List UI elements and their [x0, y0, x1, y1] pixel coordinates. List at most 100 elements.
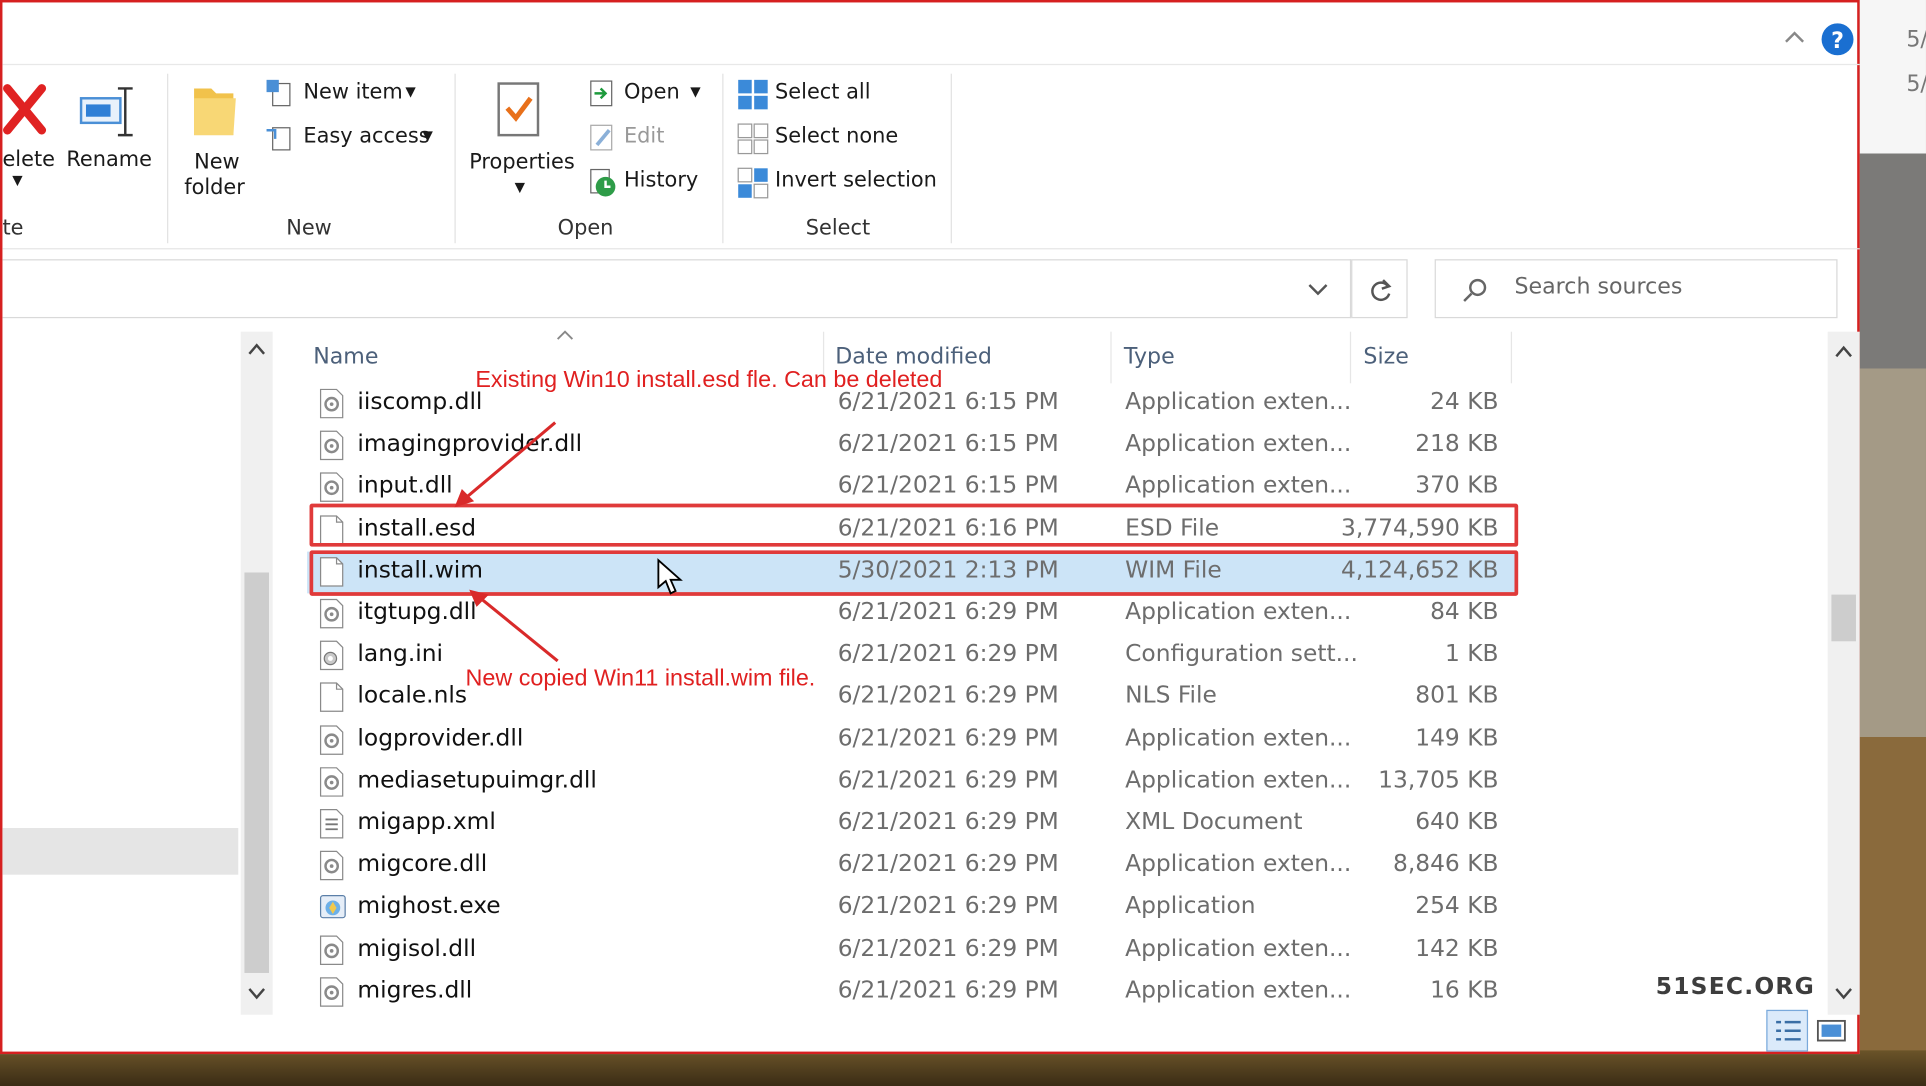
navigation-scrollbar[interactable]	[240, 331, 273, 1015]
rename-label: Rename	[66, 147, 152, 172]
ribbon-separator	[167, 73, 169, 244]
file-type: Application exten...	[1125, 976, 1352, 1004]
rename-button[interactable]: Rename	[64, 79, 152, 190]
dll-file-icon	[319, 430, 344, 461]
minimize-ribbon-chevron-icon[interactable]	[1785, 29, 1805, 44]
file-row[interactable]: logprovider.dll 6/21/2021 6:29 PM Applicat…	[307, 719, 1518, 761]
help-icon[interactable]: ?	[1820, 22, 1854, 56]
file-date: 6/21/2021 6:29 PM	[837, 640, 1059, 668]
file-size: 218 KB	[1415, 430, 1499, 458]
watermark: 51SEC.ORG	[1655, 972, 1816, 1000]
file-row[interactable]: migisol.dll 6/21/2021 6:29 PM Application …	[307, 929, 1518, 971]
file-row[interactable]: migres.dll 6/21/2021 6:29 PM Application e…	[307, 971, 1518, 1013]
search-input[interactable]: Search sources	[1514, 274, 1682, 300]
invert-selection-icon	[737, 167, 769, 199]
invert-selection-button[interactable]: Invert selection	[737, 167, 946, 199]
file-list-scrollbar[interactable]	[1827, 331, 1860, 1015]
file-name: input.dll	[357, 472, 453, 500]
annotation-esd-note: Existing Win10 install.esd fle. Can be d…	[475, 367, 943, 394]
delete-button[interactable]: elete ▼	[2, 79, 61, 202]
file-size: 142 KB	[1415, 934, 1499, 962]
address-bar[interactable]	[2, 259, 1352, 319]
file-size: 370 KB	[1415, 472, 1499, 500]
select-group-label: Select	[805, 216, 871, 241]
open-label: Open	[623, 79, 680, 105]
annotation-arrow-wim	[469, 589, 559, 663]
generic-file-icon	[319, 682, 344, 713]
select-none-icon	[737, 123, 769, 155]
file-size: 13,705 KB	[1378, 766, 1499, 794]
file-name: itgtupg.dll	[357, 598, 477, 626]
file-name: logprovider.dll	[357, 724, 524, 752]
search-box[interactable]: Search sources	[1434, 259, 1838, 319]
organize-group-label: te	[2, 216, 24, 241]
details-view-button[interactable]	[1766, 1009, 1809, 1052]
scrollbar-thumb[interactable]	[244, 572, 269, 973]
properties-label: Properties	[469, 149, 575, 175]
file-type: Application	[1125, 892, 1256, 920]
scroll-up-icon[interactable]	[1834, 344, 1854, 359]
new-folder-button[interactable]: New folder	[182, 79, 256, 202]
column-header-type[interactable]: Type	[1124, 344, 1175, 370]
column-header-date[interactable]: Date modified	[835, 344, 992, 370]
file-date: 6/21/2021 6:29 PM	[837, 808, 1059, 836]
column-divider[interactable]	[1110, 331, 1112, 384]
column-divider[interactable]	[1510, 331, 1513, 384]
open-button[interactable]: Open ▼	[587, 79, 710, 111]
easy-access-button[interactable]: Easy access ▼	[265, 123, 439, 155]
desktop-fragment-2: 5/	[1906, 71, 1926, 98]
invert-selection-label: Invert selection	[775, 168, 937, 193]
dll-file-icon	[319, 934, 344, 965]
column-header-size[interactable]: Size	[1363, 344, 1408, 370]
open-icon	[590, 80, 613, 107]
edit-button[interactable]: Edit	[587, 123, 673, 155]
file-size: 640 KB	[1415, 808, 1499, 836]
easy-access-icon	[266, 127, 291, 151]
file-date: 6/21/2021 6:15 PM	[837, 472, 1059, 500]
scroll-up-icon[interactable]	[247, 342, 267, 357]
select-none-button[interactable]: Select none	[737, 123, 909, 155]
sort-ascending-icon	[556, 330, 574, 340]
xml-file-icon	[319, 808, 344, 839]
file-row[interactable]: migcore.dll 6/21/2021 6:29 PM Application …	[307, 845, 1518, 887]
file-row[interactable]: mighost.exe 6/21/2021 6:29 PM Application 2…	[307, 887, 1518, 929]
file-row[interactable]: mediasetupuimgr.dll 6/21/2021 6:29 PM Appl…	[307, 761, 1518, 803]
history-icon	[590, 168, 616, 197]
scroll-down-icon[interactable]	[1834, 985, 1854, 1000]
scrollbar-thumb[interactable]	[1831, 594, 1856, 642]
file-type: Application exten...	[1125, 850, 1352, 878]
select-all-button[interactable]: Select all	[737, 79, 884, 111]
dll-file-icon	[319, 976, 344, 1007]
dll-file-icon	[319, 472, 344, 503]
file-type: NLS File	[1125, 682, 1217, 710]
file-name: lang.ini	[357, 640, 444, 668]
file-size: 254 KB	[1415, 892, 1499, 920]
scroll-down-icon[interactable]	[247, 985, 267, 1000]
large-icons-view-icon	[1816, 1019, 1846, 1042]
desktop-fragment-1: 5/	[1906, 27, 1926, 53]
file-name: mediasetupuimgr.dll	[357, 766, 597, 794]
new-item-dropdown-icon: ▼	[405, 83, 416, 100]
rename-icon	[79, 87, 133, 137]
refresh-button[interactable]	[1351, 259, 1408, 319]
desktop-background-bottom	[0, 1050, 1926, 1086]
address-dropdown-chevron-icon[interactable]	[1307, 281, 1329, 298]
file-row[interactable]: migapp.xml 6/21/2021 6:29 PM XML Document 6…	[307, 803, 1518, 845]
ribbon-separator	[950, 73, 952, 244]
nav-selected-item[interactable]	[2, 828, 239, 875]
properties-button[interactable]: Properties ▼	[467, 79, 575, 202]
select-none-label: Select none	[775, 124, 899, 149]
large-icons-view-button[interactable]	[1813, 1012, 1850, 1049]
refresh-icon	[1371, 279, 1392, 301]
file-size: 8,846 KB	[1392, 850, 1499, 878]
dll-file-icon	[319, 388, 344, 419]
file-size: 149 KB	[1415, 724, 1499, 752]
file-name: migisol.dll	[357, 934, 477, 962]
file-type: Application exten...	[1125, 472, 1352, 500]
column-header-name[interactable]: Name	[313, 344, 378, 370]
select-all-icon	[738, 79, 768, 110]
ribbon: elete ▼ te Rename New folder New item ▼ …	[2, 64, 1860, 250]
history-button[interactable]: History	[587, 167, 705, 199]
new-item-button[interactable]: New item ▼	[265, 79, 425, 111]
column-divider[interactable]	[1349, 331, 1352, 384]
